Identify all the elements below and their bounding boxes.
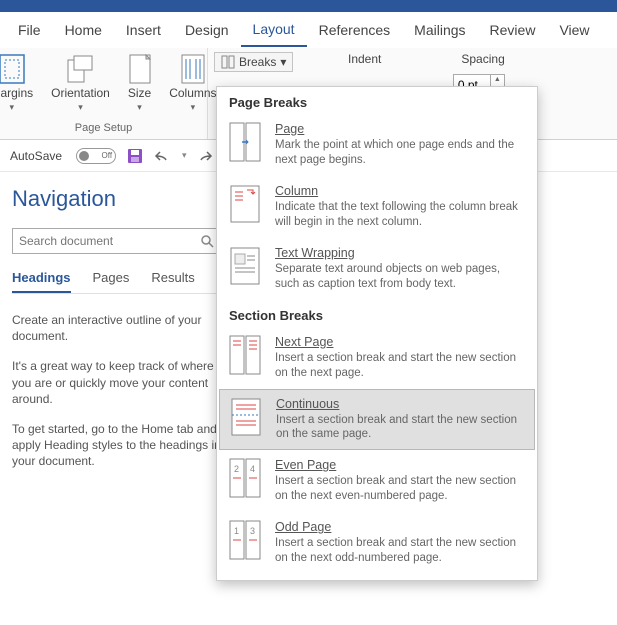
menu-bar: File Home Insert Design Layout Reference… (0, 12, 617, 48)
toggle-knob-icon (79, 151, 89, 161)
svg-text:3: 3 (250, 526, 255, 536)
break-page-desc: Mark the point at which one page ends an… (275, 138, 525, 168)
chevron-down-icon: ▾ (191, 102, 196, 113)
break-even-page[interactable]: 24 Even Page Insert a section break and … (217, 450, 537, 512)
spacing-label: Spacing (461, 52, 504, 66)
break-next-page[interactable]: Next Page Insert a section break and sta… (217, 327, 537, 389)
search-box[interactable]: ▾ (12, 228, 228, 254)
menu-review[interactable]: Review (478, 14, 548, 46)
redo-button[interactable] (197, 148, 215, 164)
spinner-up-icon[interactable]: ▲ (491, 75, 504, 85)
tab-results[interactable]: Results (151, 270, 194, 293)
size-button[interactable]: Size ▾ (124, 52, 155, 115)
nav-body: Create an interactive outline of your do… (12, 312, 228, 470)
nav-tabs: Headings Pages Results (12, 270, 228, 294)
break-continuous[interactable]: Continuous Insert a section break and st… (219, 389, 535, 451)
break-column-title: Column (275, 184, 525, 198)
menu-home[interactable]: Home (53, 14, 114, 46)
breaks-label: Breaks (239, 55, 276, 69)
orientation-button[interactable]: Orientation ▾ (47, 52, 114, 115)
chevron-down-icon: ▾ (137, 102, 142, 113)
navigation-title: Navigation (12, 186, 228, 212)
indent-label: Indent (348, 52, 381, 66)
break-next-page-desc: Insert a section break and start the new… (275, 351, 525, 381)
nav-help-text-3: To get started, go to the Home tab and a… (12, 421, 228, 470)
title-bar (0, 0, 617, 12)
break-odd-page[interactable]: 13 Odd Page Insert a section break and s… (217, 512, 537, 574)
tab-headings[interactable]: Headings (12, 270, 71, 293)
break-page-title: Page (275, 122, 525, 136)
size-label: Size (128, 86, 151, 100)
column-break-icon (229, 184, 261, 224)
breaks-icon (221, 55, 235, 69)
break-next-page-title: Next Page (275, 335, 525, 349)
margins-icon (0, 54, 25, 84)
size-icon (129, 54, 151, 84)
section-breaks-section-header: Section Breaks (217, 300, 537, 327)
undo-icon (154, 148, 172, 164)
nav-help-text-2: It's a great way to keep track of where … (12, 358, 228, 407)
save-icon (126, 147, 144, 165)
search-icon[interactable] (200, 234, 214, 248)
tab-pages[interactable]: Pages (93, 270, 130, 293)
break-page[interactable]: Page Mark the point at which one page en… (217, 114, 537, 176)
menu-design[interactable]: Design (173, 14, 241, 46)
nav-help-text-1: Create an interactive outline of your do… (12, 312, 228, 344)
odd-page-icon: 13 (229, 520, 261, 560)
autosave-state: Off (102, 151, 113, 160)
menu-layout[interactable]: Layout (241, 13, 307, 47)
even-page-icon: 24 (229, 458, 261, 498)
next-page-icon (229, 335, 261, 375)
break-even-page-title: Even Page (275, 458, 525, 472)
chevron-down-icon: ▾ (10, 102, 15, 113)
break-column-desc: Indicate that the text following the col… (275, 200, 525, 230)
breaks-button[interactable]: Breaks ▾ (214, 52, 293, 72)
break-even-page-desc: Insert a section break and start the new… (275, 474, 525, 504)
columns-icon (181, 54, 205, 84)
orientation-label: Orientation (51, 86, 110, 100)
page-setup-group: Margins ▾ Orientation ▾ Size ▾ Columns ▾… (0, 48, 208, 139)
continuous-icon (230, 397, 262, 437)
chevron-down-icon[interactable]: ▾ (182, 150, 187, 161)
navigation-panel: Navigation ▾ Headings Pages Results Crea… (0, 172, 240, 498)
redo-icon (197, 148, 215, 164)
menu-references[interactable]: References (307, 14, 403, 46)
autosave-toggle[interactable]: Off (76, 148, 116, 164)
chevron-down-icon: ▾ (78, 102, 83, 113)
menu-mailings[interactable]: Mailings (402, 14, 477, 46)
page-break-icon (229, 122, 261, 162)
search-input[interactable] (19, 234, 200, 248)
breaks-dropdown: Page Breaks Page Mark the point at which… (216, 86, 538, 581)
break-text-wrapping[interactable]: Text Wrapping Separate text around objec… (217, 238, 537, 300)
break-column[interactable]: Column Indicate that the text following … (217, 176, 537, 238)
break-continuous-desc: Insert a section break and start the new… (276, 413, 524, 443)
margins-label: Margins (0, 86, 33, 100)
break-continuous-title: Continuous (276, 397, 524, 411)
menu-insert[interactable]: Insert (114, 14, 173, 46)
break-text-wrapping-title: Text Wrapping (275, 246, 525, 260)
text-wrapping-icon (229, 246, 261, 286)
break-odd-page-desc: Insert a section break and start the new… (275, 536, 525, 566)
break-text-wrapping-desc: Separate text around objects on web page… (275, 262, 525, 292)
svg-text:1: 1 (234, 526, 239, 536)
orientation-icon (66, 54, 94, 84)
menu-file[interactable]: File (6, 14, 53, 46)
break-odd-page-title: Odd Page (275, 520, 525, 534)
chevron-down-icon: ▾ (280, 55, 286, 69)
undo-button[interactable] (154, 148, 172, 164)
page-breaks-section-header: Page Breaks (217, 87, 537, 114)
save-button[interactable] (126, 147, 144, 165)
svg-text:4: 4 (250, 464, 255, 474)
autosave-label: AutoSave (10, 149, 62, 163)
menu-view[interactable]: View (547, 14, 601, 46)
svg-text:2: 2 (234, 464, 239, 474)
page-setup-caption: Page Setup (75, 122, 133, 137)
margins-button[interactable]: Margins ▾ (0, 52, 37, 115)
